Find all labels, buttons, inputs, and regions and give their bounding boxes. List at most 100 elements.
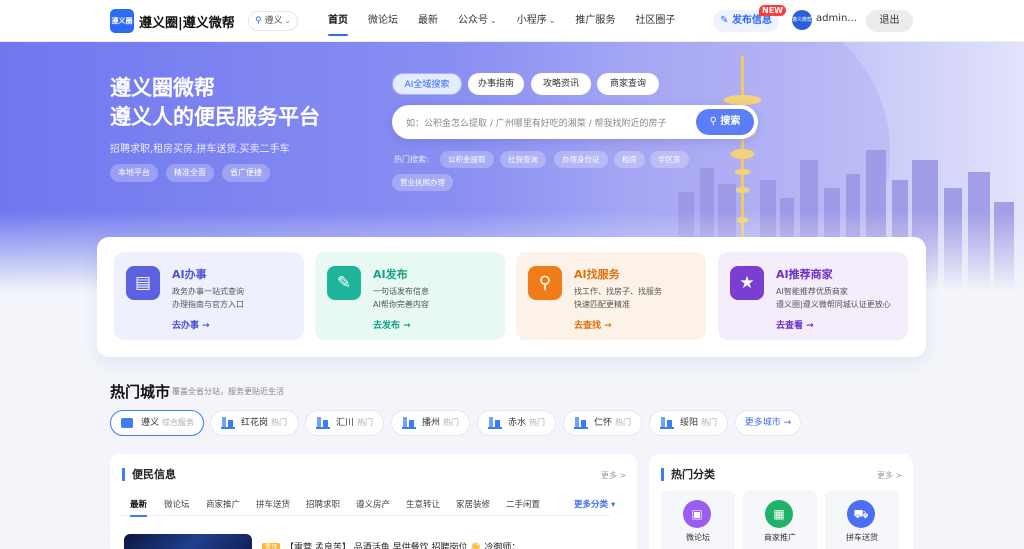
ai-service-office[interactable]: ▤ AI办事 政务办事一站式查询 办理指南与官方入口 去办事 → bbox=[114, 252, 304, 340]
search-input[interactable]: 如：公积金怎么提取 / 广州哪里有好吃的湘菜 / 帮我找附近的房子 bbox=[406, 116, 667, 129]
tab-more-categories[interactable]: 更多分类 ▾ bbox=[574, 498, 615, 510]
city-selector-label: 遵义 bbox=[264, 16, 283, 26]
publish-label: 发布信息 bbox=[731, 15, 772, 26]
city-chip-suiyang[interactable]: 绥阳 热门 bbox=[649, 410, 728, 436]
city-tag: 热门 bbox=[443, 418, 460, 427]
star-icon: ★ bbox=[730, 266, 764, 300]
post-thumbnail[interactable] bbox=[124, 534, 252, 549]
category-merchant-promo[interactable]: ▦ 商家推广 bbox=[743, 490, 817, 549]
tab-forum[interactable]: 微论坛 bbox=[164, 498, 190, 510]
hot-cities-title: 热门城市 bbox=[110, 383, 171, 401]
building-icon bbox=[660, 417, 674, 429]
service-desc: 找工作、找房子、找服务 bbox=[574, 287, 662, 296]
city-name: 绥阳 bbox=[680, 418, 699, 428]
edit-icon: ✎ bbox=[327, 266, 361, 300]
nav-community[interactable]: 社区圈子 bbox=[625, 0, 685, 42]
hot-search-chip[interactable]: 办理身份证 bbox=[554, 151, 608, 168]
tab-jobs[interactable]: 招聘求职 bbox=[306, 498, 340, 510]
hot-search-chip[interactable]: 公积金提取 bbox=[440, 151, 494, 168]
city-chip-renhuai[interactable]: 仁怀 热门 bbox=[563, 410, 642, 436]
search-tab-guide[interactable]: 办事指南 bbox=[468, 73, 524, 95]
nav-home[interactable]: 首页 bbox=[318, 0, 358, 42]
service-link[interactable]: 去办事 → bbox=[172, 318, 210, 331]
nav-forum[interactable]: 微论坛 bbox=[358, 0, 408, 42]
service-link[interactable]: 去查找 → bbox=[574, 318, 612, 331]
tab-carpool[interactable]: 拼车送货 bbox=[256, 498, 290, 510]
ai-service-find[interactable]: ⚲ AI找服务 找工作、找房子、找服务 快速匹配更精准 去查找 → bbox=[516, 252, 706, 340]
post-title[interactable]: 【雷营 孟良苦】 品酒活鱼 早供餐饮 招聘岗位 👋 冷御师： bbox=[285, 540, 540, 549]
ai-service-recommend[interactable]: ★ AI推荐商家 AI智能推荐优质商家 遵义圈|遵义微帮同城认证更放心 去查看 … bbox=[718, 252, 908, 340]
site-name[interactable]: 遵义圈|遵义微帮 bbox=[139, 12, 235, 31]
user-name[interactable]: admin... bbox=[816, 13, 857, 24]
city-tag: 热门 bbox=[357, 418, 374, 427]
building-icon bbox=[121, 418, 133, 428]
search-icon: ⚲ bbox=[709, 116, 717, 127]
category-forum[interactable]: ▣ 微论坛 bbox=[661, 490, 735, 549]
hot-search-chip[interactable]: 租房 bbox=[614, 151, 645, 168]
city-chip-zunyi[interactable]: 遵义 综合服务 bbox=[110, 410, 204, 436]
hot-search-chip[interactable]: 学区房 bbox=[650, 151, 689, 168]
search-bar: 如：公积金怎么提取 / 广州哪里有好吃的湘菜 / 帮我找附近的房子 ⚲ 搜索 bbox=[392, 105, 758, 139]
logout-button[interactable]: 退出 bbox=[866, 10, 913, 32]
ai-service-publish[interactable]: ✎ AI发布 一句话发布信息 AI帮你完善内容 去发布 → bbox=[315, 252, 505, 340]
service-title: AI办事 bbox=[172, 268, 207, 281]
tab-latest[interactable]: 最新 bbox=[130, 498, 148, 517]
category-panel: 热门分类 更多 > ▣ 微论坛 ▦ 商家推广 ⛟ 拼车送货 bbox=[649, 454, 913, 549]
tab-merchant-promo[interactable]: 商家推广 bbox=[206, 498, 240, 510]
avatar[interactable]: 遵义微帮 bbox=[792, 10, 812, 30]
service-desc: 遵义圈|遵义微帮同城认证更放心 bbox=[776, 300, 891, 309]
search-tab-merchant[interactable]: 商家查询 bbox=[597, 73, 659, 95]
city-chip-chishui[interactable]: 赤水 热门 bbox=[477, 410, 556, 436]
city-selector[interactable]: ⚲ 遵义 ⌄ bbox=[248, 11, 298, 31]
city-chip-huichuan[interactable]: 汇川 热门 bbox=[305, 410, 384, 436]
building-icon bbox=[316, 417, 330, 429]
more-cities-button[interactable]: 更多城市 → bbox=[735, 410, 801, 436]
forum-icon: ▣ bbox=[683, 500, 711, 528]
site-logo[interactable]: 遵义圈 bbox=[110, 9, 134, 33]
nav-promotion[interactable]: 推广服务 bbox=[565, 0, 625, 42]
category-panel-more-link[interactable]: 更多 > bbox=[877, 470, 902, 481]
info-panel-more-link[interactable]: 更多 > bbox=[601, 470, 626, 481]
top-header: 遵义圈 遵义圈|遵义微帮 ⚲ 遵义 ⌄ 首页 微论坛 最新 公众号 ⌄ 小程序 ⌄ … bbox=[0, 0, 1024, 42]
category-panel-title: 热门分类 bbox=[661, 468, 715, 481]
service-title: AI发布 bbox=[373, 268, 408, 281]
service-link[interactable]: 去查看 → bbox=[776, 318, 814, 331]
hero-tag: 精准全面 bbox=[166, 164, 214, 182]
nav-mini-program[interactable]: 小程序 ⌄ bbox=[507, 0, 566, 42]
hero-subtitle: 招聘求职,租房买房,拼车送货,买卖二手车 bbox=[110, 144, 290, 155]
service-desc: 政务办事一站式查询 bbox=[172, 287, 244, 296]
info-panel: 便民信息 更多 > 最新 微论坛 商家推广 拼车送货 招聘求职 遵义房产 生意转… bbox=[110, 454, 637, 549]
city-tag: 热门 bbox=[529, 418, 546, 427]
nav-official-account[interactable]: 公众号 ⌄ bbox=[448, 0, 507, 42]
search-button[interactable]: ⚲ 搜索 bbox=[696, 109, 754, 135]
tab-business-transfer[interactable]: 生意转让 bbox=[406, 498, 440, 510]
tab-real-estate[interactable]: 遵义房产 bbox=[356, 498, 390, 510]
service-link[interactable]: 去发布 → bbox=[373, 318, 411, 331]
tab-second-hand[interactable]: 二手闲置 bbox=[506, 498, 540, 510]
city-name: 仁怀 bbox=[594, 418, 613, 428]
city-chip-bozhou[interactable]: 播州 热门 bbox=[391, 410, 470, 436]
service-desc: 一句话发布信息 bbox=[373, 287, 429, 296]
hot-search-label: 热门搜索: bbox=[394, 155, 429, 164]
hero-tag: 本地平台 bbox=[110, 164, 158, 182]
tab-home-decor[interactable]: 家居装修 bbox=[456, 498, 490, 510]
hot-search-chip[interactable]: 营业执照办理 bbox=[392, 174, 453, 191]
hot-search-chip[interactable]: 社保查询 bbox=[500, 151, 546, 168]
search-tab-ai[interactable]: AI全域搜索 bbox=[392, 73, 462, 95]
nav-latest[interactable]: 最新 bbox=[408, 0, 448, 42]
main-nav: 首页 微论坛 最新 公众号 ⌄ 小程序 ⌄ 推广服务 社区圈子 bbox=[318, 0, 685, 42]
info-category-tabs: 最新 微论坛 商家推广 拼车送货 招聘求职 遵义房产 生意转让 家居装修 二手闲… bbox=[120, 494, 615, 517]
category-label: 商家推广 bbox=[764, 533, 796, 542]
city-chip-honghuagang[interactable]: 红花岗 热门 bbox=[210, 410, 299, 436]
search-tab-news[interactable]: 攻略资讯 bbox=[531, 73, 591, 95]
new-badge: NEW bbox=[759, 5, 786, 16]
hero-title-line2: 遵义人的便民服务平台 bbox=[110, 105, 320, 129]
city-tag: 热门 bbox=[615, 418, 632, 427]
chevron-down-icon: ⌄ bbox=[490, 16, 497, 25]
service-desc: AI智能推荐优质商家 bbox=[776, 287, 848, 296]
service-desc: AI帮你完善内容 bbox=[373, 300, 429, 309]
building-icon bbox=[488, 417, 502, 429]
building-icon bbox=[221, 417, 235, 429]
hero-title: 遵义圈微帮 bbox=[110, 76, 215, 100]
category-carpool[interactable]: ⛟ 拼车送货 bbox=[825, 490, 899, 549]
